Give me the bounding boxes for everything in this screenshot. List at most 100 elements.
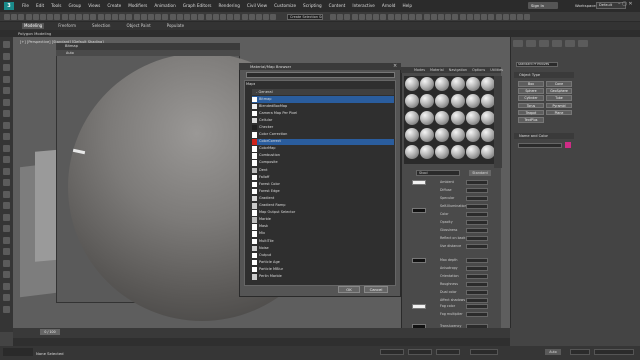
toolbar-tool-icon[interactable]	[263, 13, 270, 20]
tab-modeling[interactable]: Modeling	[22, 23, 45, 29]
menu-item-help[interactable]: Help	[402, 2, 412, 10]
toolbar-tool-icon[interactable]	[191, 13, 198, 20]
material-slot[interactable]	[450, 111, 465, 125]
menu-item-interactive[interactable]: Interactive	[352, 2, 375, 10]
track-bar[interactable]	[13, 338, 510, 346]
scene-tool-icon[interactable]	[3, 294, 10, 301]
toolbar-tool-icon[interactable]	[241, 13, 248, 20]
scene-tool-icon[interactable]	[3, 202, 10, 209]
auto-checkbox[interactable]: Auto	[66, 51, 74, 55]
material-slot[interactable]	[435, 145, 450, 159]
toolbar-tool-icon[interactable]	[344, 13, 351, 20]
menu-item-modifiers[interactable]: Modifiers	[128, 2, 147, 10]
map-item[interactable]: ColorMap	[252, 146, 394, 153]
material-slot[interactable]	[481, 94, 495, 108]
toolbar-tool-icon[interactable]	[11, 13, 18, 20]
tab-selection[interactable]: Selection	[90, 23, 112, 29]
toolbar-tool-icon[interactable]	[76, 13, 82, 20]
material-slot[interactable]	[420, 94, 435, 108]
toolbar-tool-icon[interactable]	[227, 13, 234, 20]
toolbar-tool-icon[interactable]	[184, 13, 190, 20]
material-slot[interactable]	[465, 94, 480, 108]
scene-tool-icon[interactable]	[3, 64, 10, 71]
material-name-field[interactable]: Stool	[416, 170, 460, 176]
scene-tool-icon[interactable]	[3, 248, 10, 255]
create-tab-icon[interactable]	[513, 40, 523, 47]
utilities-tab-icon[interactable]	[578, 40, 588, 47]
map-item[interactable]: Particle MBlur	[252, 266, 394, 273]
material-slot[interactable]	[465, 77, 480, 91]
material-color-swatch[interactable]	[412, 180, 426, 185]
toolbar-tool-icon[interactable]	[61, 13, 68, 20]
toolbar-tool-icon[interactable]	[47, 13, 54, 20]
create-pyramid-button[interactable]: Pyramid	[546, 102, 572, 109]
scene-tool-icon[interactable]	[3, 75, 10, 83]
toolbar-tool-icon[interactable]	[248, 13, 255, 20]
create-cylinder-button[interactable]: Cylinder	[518, 95, 544, 101]
material-slot[interactable]	[481, 111, 495, 125]
map-item[interactable]: Checker	[252, 124, 394, 131]
map-item[interactable]: Mask	[252, 224, 394, 231]
menu-item-tools[interactable]: Tools	[51, 2, 61, 10]
maxscript-listener[interactable]	[3, 348, 33, 356]
material-param-spinner[interactable]	[466, 212, 488, 217]
toolbar-tool-icon[interactable]	[337, 13, 344, 20]
menu-item-content[interactable]: Content	[329, 2, 346, 10]
map-item[interactable]: Color Correction	[252, 132, 394, 139]
scene-tool-icon[interactable]	[3, 110, 10, 117]
object-category-select[interactable]: Standard Primitives	[516, 62, 558, 67]
create-textplus-button[interactable]: TextPlus	[518, 117, 544, 123]
material-slot[interactable]	[481, 145, 495, 159]
toolbar-tool-icon[interactable]	[387, 13, 394, 20]
material-param-spinner[interactable]	[466, 266, 488, 271]
material-param-spinner[interactable]	[466, 244, 488, 249]
create-tube-button[interactable]: Tube	[546, 95, 572, 101]
toolbar-tool-icon[interactable]	[416, 13, 423, 20]
scene-tool-icon[interactable]	[3, 98, 10, 106]
create-selection-set-field[interactable]: Create Selection Se	[287, 14, 323, 20]
toolbar-tool-icon[interactable]	[83, 13, 90, 20]
toolbar-tool-icon[interactable]	[40, 13, 46, 20]
material-slot[interactable]	[405, 128, 419, 142]
status-field[interactable]	[436, 349, 460, 355]
map-item[interactable]: Particle Age	[252, 259, 394, 266]
app-logo-icon[interactable]: 3	[4, 2, 14, 10]
menu-item-graph-editors[interactable]: Graph Editors	[183, 2, 212, 10]
material-slot[interactable]	[435, 77, 450, 91]
toolbar-tool-icon[interactable]	[502, 13, 509, 20]
material-color-swatch[interactable]	[412, 258, 426, 263]
toolbar-tool-icon[interactable]	[330, 13, 336, 20]
menu-item-rendering[interactable]: Rendering	[219, 2, 240, 10]
status-field[interactable]	[570, 349, 590, 355]
map-item[interactable]: Combustion	[252, 153, 394, 160]
material-param-spinner[interactable]	[466, 258, 488, 263]
menu-item-views[interactable]: Views	[88, 2, 100, 10]
scene-tool-icon[interactable]	[3, 133, 10, 140]
scene-tool-icon[interactable]	[3, 282, 10, 290]
create-sphere-button[interactable]: Sphere	[518, 88, 544, 94]
toolbar-tool-icon[interactable]	[366, 13, 372, 20]
toolbar-tool-icon[interactable]	[97, 13, 104, 20]
toolbar-tool-icon[interactable]	[205, 13, 212, 20]
object-color-swatch[interactable]	[565, 142, 571, 148]
scene-tool-icon[interactable]	[3, 144, 10, 152]
toolbar-tool-icon[interactable]	[438, 13, 444, 20]
toolbar-tool-icon[interactable]	[409, 13, 416, 20]
toolbar-tool-icon[interactable]	[474, 13, 480, 20]
menu-item-customize[interactable]: Customize	[274, 2, 296, 10]
material-param-spinner[interactable]	[466, 196, 488, 201]
material-slot[interactable]	[420, 111, 435, 125]
material-param-spinner[interactable]	[466, 188, 488, 193]
map-item[interactable]: Marble	[252, 217, 394, 224]
toolbar-tool-icon[interactable]	[481, 13, 488, 20]
material-slot[interactable]	[405, 111, 419, 125]
toolbar-tool-icon[interactable]	[126, 13, 133, 20]
medit-menu-navigation[interactable]: Navigation	[449, 67, 467, 73]
close-icon[interactable]: ×	[393, 63, 397, 69]
map-item[interactable]: BlendedBoxMap	[252, 103, 394, 110]
create-geosphere-button[interactable]: GeoSphere	[546, 88, 572, 94]
map-item[interactable]: Falloff	[252, 174, 394, 181]
map-item[interactable]: MultiTile	[252, 238, 394, 245]
material-slot[interactable]	[450, 145, 465, 159]
toolbar-tool-icon[interactable]	[510, 13, 516, 20]
